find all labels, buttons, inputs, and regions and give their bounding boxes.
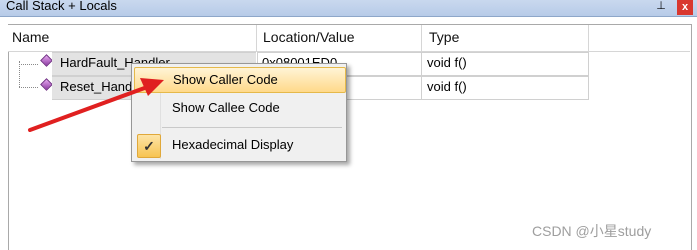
watermark-text: CSDN @小星study — [532, 223, 652, 239]
red-arrow-annotation — [28, 78, 164, 132]
